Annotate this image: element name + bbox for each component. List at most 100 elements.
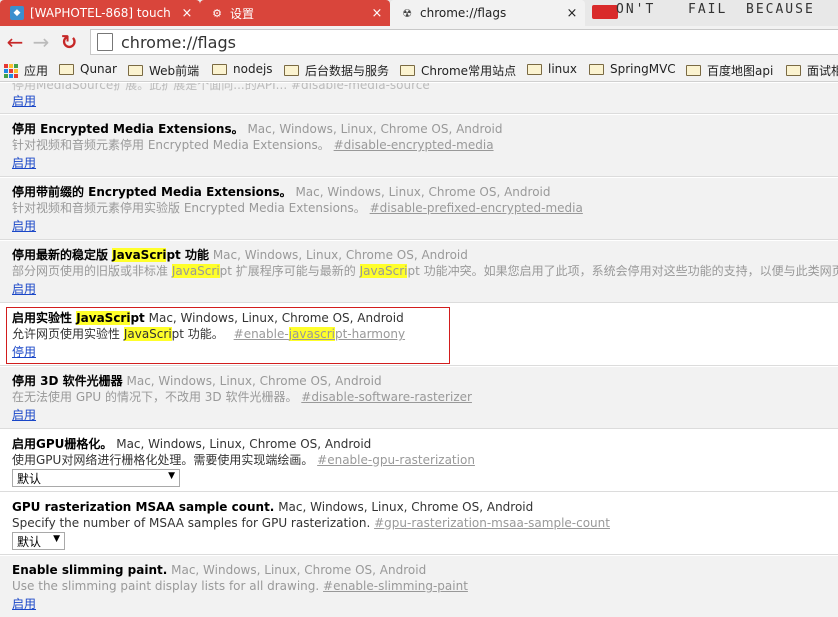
search-highlight: JavaScri [123,327,172,341]
experiment-item: 启用GPU栅格化。 Mac, Windows, Linux, Chrome OS… [0,430,838,492]
close-icon[interactable]: × [563,6,581,21]
search-highlight: JavaScri [112,248,167,262]
search-highlight: JavaScri [359,264,408,278]
flags-list: 停用MediaSource扩展。此扩展是个面向...的API... #disab… [0,83,838,617]
desc-text: pt 扩展程序可能与最新的 [219,264,360,278]
tab-strip: ◆ [WAPHOTEL-868] touch × ⚙ 设置 × ☢ chrome… [0,0,838,26]
bookmark-label: SpringMVC [610,62,676,76]
experiment-item: 停用 3D 软件光栅器 Mac, Windows, Linux, Chrome … [0,367,838,429]
bookmarks-bar: 应用 Qunar Web前端 nodejs 后台数据与服务 Chrome常用站点… [0,58,838,82]
bookmark-folder-linux[interactable]: linux [527,62,577,76]
search-highlight: javascri [288,327,335,341]
tab-title: [WAPHOTEL-868] touch [30,6,171,20]
experiment-anchor-link[interactable]: #disable-software-rasterizer [301,390,472,404]
tab-jira[interactable]: ◆ [WAPHOTEL-868] touch × [0,0,200,26]
bookmark-label: linux [548,62,577,76]
anchor-text: #enable- [233,327,289,341]
experiment-description: 允许网页使用实验性 JavaScript 功能。 [12,327,224,341]
reload-button[interactable]: ↻ [58,30,80,54]
tab-flags[interactable]: ☢ chrome://flags × [390,0,585,26]
folder-icon [786,65,801,76]
search-highlight: JavaScri [76,311,131,325]
experiment-item: Enable slimming paint. Mac, Windows, Lin… [0,556,838,617]
bookmark-folder-web[interactable]: Web前端 [128,62,199,79]
desc-text: pt 功能。 [171,327,224,341]
disable-link[interactable]: 停用 [12,344,36,360]
folder-icon [128,65,143,76]
experiment-name: 停用带前缀的 Encrypted Media Extensions。 [12,185,292,199]
enable-link[interactable]: 启用 [12,155,36,171]
page-icon [97,33,113,51]
experiment-name: GPU rasterization MSAA sample count. [12,500,275,514]
experiment-platforms: Mac, Windows, Linux, Chrome OS, Android [148,311,404,325]
experiment-item-enabled: 启用实验性 JavaScript Mac, Windows, Linux, Ch… [0,304,838,366]
bookmark-apps[interactable]: 应用 [4,62,48,79]
experiment-platforms: Mac, Windows, Linux, Chrome OS, Android [212,248,468,262]
experiment-platforms: Mac, Windows, Linux, Chrome OS, Android [171,563,427,577]
bookmark-folder-springmvc[interactable]: SpringMVC [589,62,676,76]
bookmark-folder-backend[interactable]: 后台数据与服务 [284,62,389,79]
desc-text: pt 功能冲突。如果您启用了此项，系统会停用对这些功能的支持，以便与此类网页兼 [407,264,838,278]
bookmark-folder-qunar[interactable]: Qunar [59,62,117,76]
experiment-description: 针对视频和音频元素停用实验版 Encrypted Media Extension… [12,201,366,215]
experiment-description: 停用MediaSource扩展。此扩展是个面向...的API... #disab… [12,83,430,92]
experiment-platforms: Mac, Windows, Linux, Chrome OS, Android [247,122,503,136]
desc-text: 部分网页使用的旧版或非标准 [12,264,172,278]
chevron-down-icon: ▼ [168,471,175,481]
forward-button[interactable]: → [30,30,52,54]
folder-icon [212,63,227,75]
bookmark-folder-nodejs[interactable]: nodejs [212,62,273,76]
decoration-text-1: ON'T [616,2,656,17]
tab-title: 设置 [230,6,255,21]
experiment-description: Use the slimming paint display lists for… [12,579,320,593]
enable-link[interactable]: 启用 [12,93,36,109]
name-text: pt 功能 [166,248,209,262]
bookmark-label: 面试相 [807,64,838,78]
anchor-text: pt-harmony [334,327,406,341]
experiment-description: 在无法使用 GPU 的情况下，不改用 3D 软件光栅器。 [12,390,298,404]
experiment-name: 停用 Encrypted Media Extensions。 [12,122,244,136]
enable-link[interactable]: 启用 [12,407,36,423]
bookmark-label: Chrome常用站点 [421,64,517,78]
omnibox[interactable]: chrome://flags [90,29,838,55]
bookmark-label: 后台数据与服务 [305,64,390,78]
folder-icon [284,65,299,76]
experiment-item: 停用 Encrypted Media Extensions。 Mac, Wind… [0,115,838,177]
experiment-anchor-link[interactable]: #gpu-rasterization-msaa-sample-count [374,516,610,530]
enable-link[interactable]: 启用 [12,281,36,297]
experiment-header: 停用 3D 软件光栅器 Mac, Windows, Linux, Chrome … [12,373,382,389]
omnibox-url[interactable]: chrome://flags [121,33,236,52]
experiment-anchor-link[interactable]: #disable-prefixed-encrypted-media [370,201,583,215]
tab-title: chrome://flags [420,6,507,20]
close-icon[interactable]: × [178,6,196,21]
experiment-anchor-link[interactable]: #disable-encrypted-media [334,138,494,152]
experiment-anchor-link[interactable]: #enable-slimming-paint [323,579,468,593]
back-button[interactable]: ← [4,30,26,54]
enable-link[interactable]: 启用 [12,218,36,234]
search-highlight: JavaScri [171,264,220,278]
experiment-header: 启用实验性 JavaScript Mac, Windows, Linux, Ch… [12,310,404,326]
experiment-description: 部分网页使用的旧版或非标准 JavaScript 扩展程序可能与最新的 Java… [12,263,838,279]
experiment-description-row: 针对视频和音频元素停用实验版 Encrypted Media Extension… [12,200,583,216]
experiment-select[interactable]: 默认 ▼ [12,469,180,487]
select-value: 默认 [17,534,42,549]
experiment-header: Enable slimming paint. Mac, Windows, Lin… [12,562,426,578]
jira-icon: ◆ [10,6,24,20]
experiment-description-row: 针对视频和音频元素停用 Encrypted Media Extensions。 … [12,137,494,153]
experiment-anchor-link[interactable]: #enable-gpu-rasterization [317,453,475,467]
bookmark-label: 百度地图api [707,64,774,78]
tab-settings[interactable]: ⚙ 设置 × [200,0,390,26]
experiment-description-row: 在无法使用 GPU 的情况下，不改用 3D 软件光栅器。 #disable-so… [12,389,472,405]
experiment-anchor-link[interactable]: #enable-javascript-harmony [234,327,405,341]
bookmark-folder-chrome[interactable]: Chrome常用站点 [400,62,516,79]
bookmark-folder-interview[interactable]: 面试相 [786,62,838,79]
decoration-text-2: FAIL [688,2,728,17]
enable-link[interactable]: 启用 [12,596,36,612]
bookmark-folder-baidu-map[interactable]: 百度地图api [686,62,773,79]
experiment-select[interactable]: 默认 ▼ [12,532,65,550]
close-icon[interactable]: × [368,6,386,21]
decoration-text-3: BECAUSE [746,2,815,17]
experiment-name: 停用 3D 软件光栅器 [12,374,123,388]
experiment-name: 启用实验性 JavaScript [12,311,145,325]
experiment-header: GPU rasterization MSAA sample count. Mac… [12,499,533,515]
